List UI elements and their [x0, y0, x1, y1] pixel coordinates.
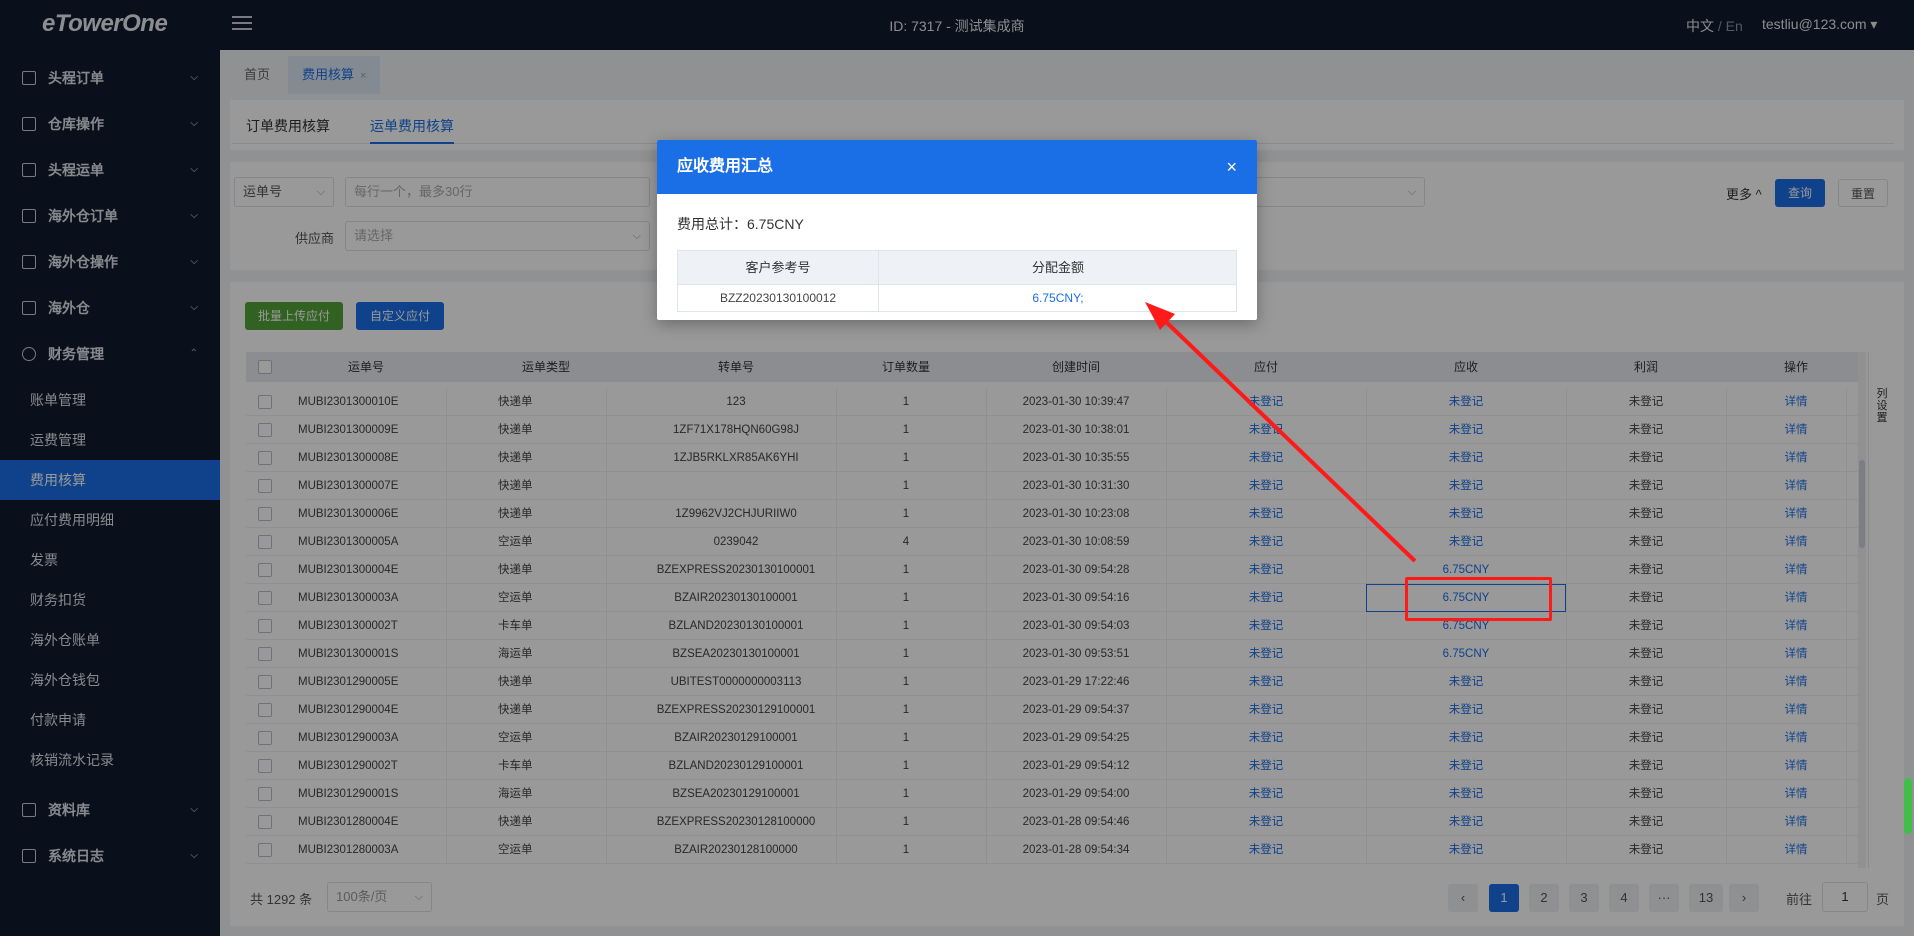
dialog-col-amount: 分配金额: [1031, 260, 1084, 275]
dialog-col-ref: 客户参考号: [745, 260, 811, 275]
dialog-amount-link[interactable]: 6.75CNY;: [878, 285, 1238, 311]
dialog-table: 客户参考号 分配金额 BZZ20230130100012 6.75CNY;: [677, 250, 1237, 312]
close-icon[interactable]: ×: [1226, 140, 1237, 194]
dialog-total: 费用总计：6.75CNY: [677, 216, 804, 232]
app-root: eTowerOne ID: 7317 - 测试集成商 中文 / En testl…: [0, 0, 1914, 936]
dialog-table-row: BZZ20230130100012 6.75CNY;: [678, 285, 1236, 311]
dialog-table-header: 客户参考号 分配金额: [678, 251, 1236, 285]
side-indicator: [1904, 778, 1912, 834]
dialog-header: 应收费用汇总 ×: [657, 140, 1257, 194]
dialog-ref-value: BZZ20230130100012: [719, 291, 837, 305]
annotation-highlight-box: [1405, 577, 1552, 621]
receivable-summary-dialog: 应收费用汇总 × 费用总计：6.75CNY 客户参考号 分配金额 BZZ2023…: [657, 140, 1257, 320]
dialog-title: 应收费用汇总: [677, 158, 774, 175]
